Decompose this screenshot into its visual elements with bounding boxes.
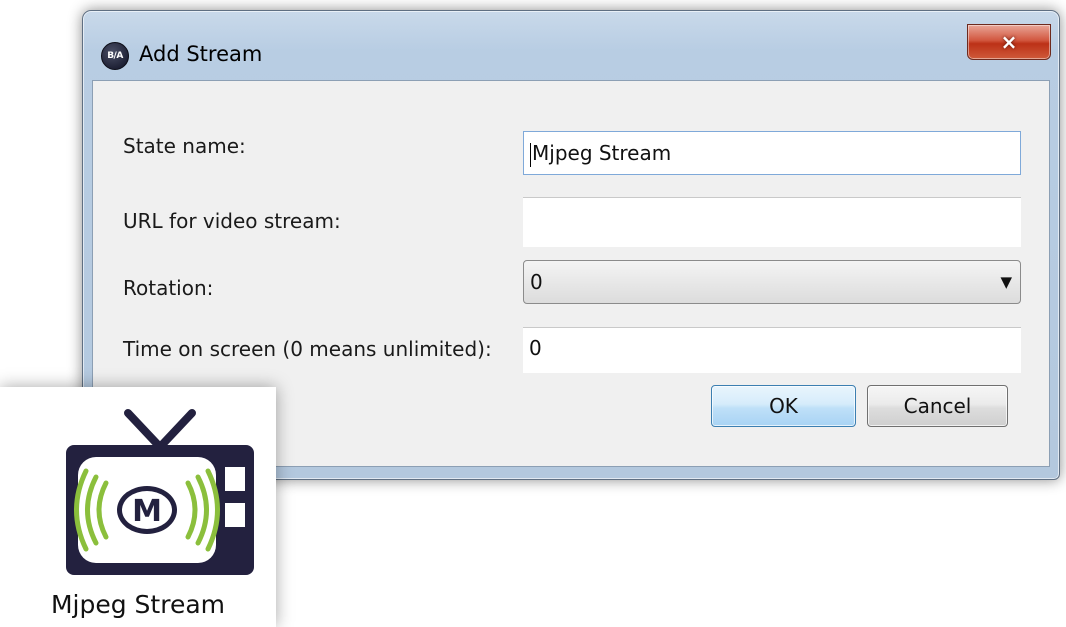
app-tile-label: Mjpeg Stream <box>50 590 226 619</box>
app-logo-text: B/A <box>107 51 123 61</box>
dropdown-arrow-icon: ▼ <box>1000 273 1012 291</box>
app-logo-icon: B/A <box>101 42 129 70</box>
ok-button[interactable]: OK <box>711 385 856 427</box>
time-on-screen-input[interactable]: 0 <box>523 327 1021 373</box>
state-name-label: State name: <box>123 134 246 158</box>
rotation-label: Rotation: <box>123 276 214 300</box>
time-on-screen-label: Time on screen (0 means unlimited): <box>123 337 492 361</box>
url-label: URL for video stream: <box>123 209 341 233</box>
tv-letter: M <box>132 494 162 529</box>
mjpeg-stream-app-tile[interactable]: M Mjpeg Stream <box>0 387 276 627</box>
title-bar[interactable]: B/A Add Stream × <box>83 11 1059 81</box>
state-name-value: Mjpeg Stream <box>532 141 672 165</box>
screen: B/A Add Stream × State name: Mjpeg Strea… <box>0 0 1066 627</box>
cancel-button[interactable]: Cancel <box>867 385 1008 427</box>
text-caret <box>530 142 531 167</box>
rotation-value: 0 <box>530 270 543 294</box>
rotation-select[interactable]: 0 ▼ <box>523 260 1021 304</box>
state-name-input[interactable]: Mjpeg Stream <box>523 131 1021 175</box>
dialog-title: Add Stream <box>139 42 263 66</box>
close-icon: × <box>1000 30 1018 54</box>
tv-broadcast-icon: M <box>66 409 254 575</box>
url-input[interactable] <box>523 197 1021 247</box>
close-button[interactable]: × <box>967 24 1051 60</box>
